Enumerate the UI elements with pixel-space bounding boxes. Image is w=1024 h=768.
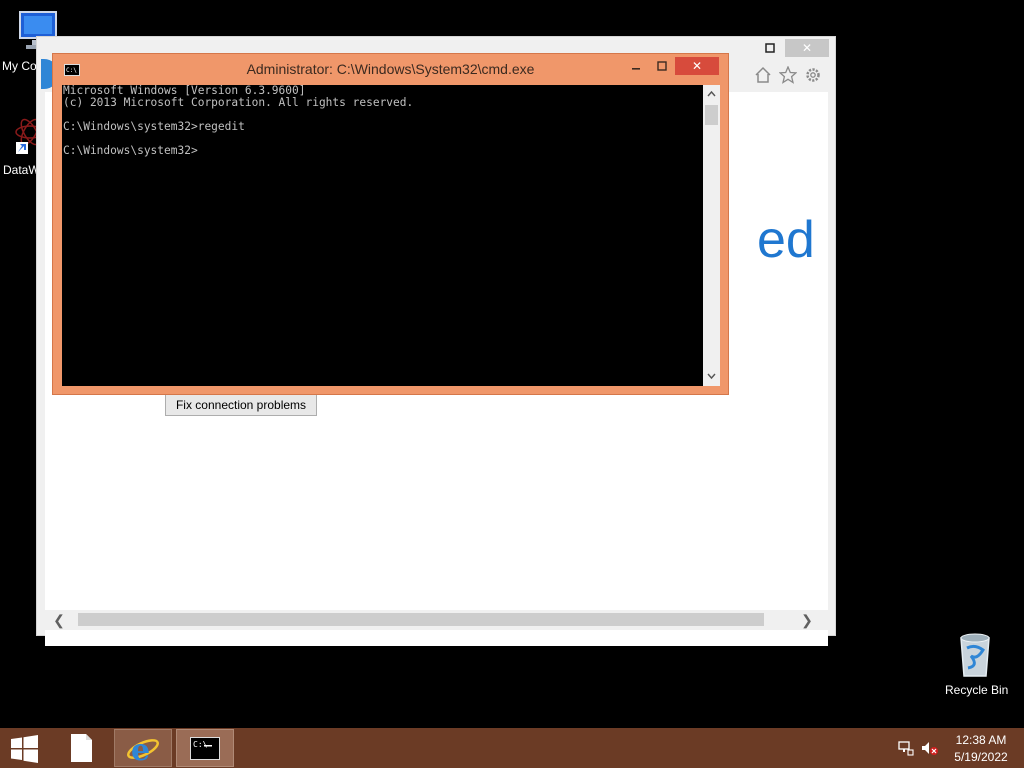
svg-text:e: e	[131, 733, 150, 764]
minimize-icon	[632, 68, 640, 70]
console-line: (c) 2013 Microsoft Corporation. All righ…	[63, 96, 414, 109]
internet-explorer-icon: e	[127, 733, 159, 764]
taskbar-explorer-button[interactable]	[57, 729, 107, 767]
volume-muted-icon[interactable]	[921, 740, 939, 756]
console-output: Microsoft Windows [Version 6.3.9600] (c)…	[63, 85, 413, 157]
clock-time[interactable]: 12:38 AM	[949, 733, 1013, 747]
scroll-left-icon[interactable]: ❮	[49, 610, 69, 630]
ie-close-button[interactable]: ✕	[785, 39, 829, 57]
ie-restore-button[interactable]	[757, 39, 783, 57]
console-line: C:\Windows\system32>regedit	[63, 120, 245, 133]
svg-text:C:\: C:\	[193, 740, 208, 749]
recycle-bin-icon	[960, 633, 990, 677]
ie-horizontal-scrollbar[interactable]: ❮ ❯	[45, 610, 828, 630]
cmd-icon: C:\	[190, 737, 220, 760]
desktop-icon-recycle-bin[interactable]: Recycle Bin	[940, 628, 1010, 700]
network-icon[interactable]	[898, 740, 914, 756]
scroll-up-icon[interactable]	[703, 87, 720, 101]
scroll-down-icon[interactable]	[703, 369, 720, 383]
start-button[interactable]	[0, 729, 50, 767]
favorites-star-icon[interactable]	[779, 66, 797, 84]
desktop-icon-label: My Co	[2, 59, 37, 73]
taskbar-ie-button[interactable]: e	[114, 729, 172, 767]
cmd-maximize-button[interactable]	[649, 57, 675, 75]
scrollbar-thumb[interactable]	[78, 613, 764, 626]
windows-logo-icon	[11, 735, 38, 763]
cmd-minimize-button[interactable]	[623, 57, 649, 75]
home-icon[interactable]	[754, 66, 772, 84]
maximize-icon	[657, 61, 667, 71]
taskbar-cmd-button[interactable]: C:\	[176, 729, 234, 767]
clock-date[interactable]: 5/19/2022	[949, 750, 1013, 764]
page-heading: ed	[757, 211, 815, 269]
restore-icon	[765, 43, 775, 53]
cmd-vertical-scrollbar[interactable]	[703, 85, 720, 386]
fix-connection-problems-button[interactable]: Fix connection problems	[165, 394, 317, 416]
scrollbar-thumb[interactable]	[705, 105, 718, 125]
cmd-console[interactable]: Microsoft Windows [Version 6.3.9600] (c)…	[62, 85, 703, 386]
cmd-window[interactable]: C:\ Administrator: C:\Windows\System32\c…	[52, 53, 729, 395]
file-icon	[71, 734, 92, 762]
console-line: C:\Windows\system32>	[63, 144, 198, 157]
scroll-right-icon[interactable]: ❯	[797, 610, 817, 630]
desktop-icon-label: DataW	[3, 163, 40, 177]
cmd-close-button[interactable]: ✕	[675, 57, 719, 75]
settings-gear-icon[interactable]	[804, 66, 822, 84]
close-icon: ✕	[691, 59, 703, 73]
taskbar: e C:\ 12:38 AM 5/19/2022	[0, 728, 1024, 768]
desktop-icon-label: Recycle Bin	[945, 683, 1009, 697]
